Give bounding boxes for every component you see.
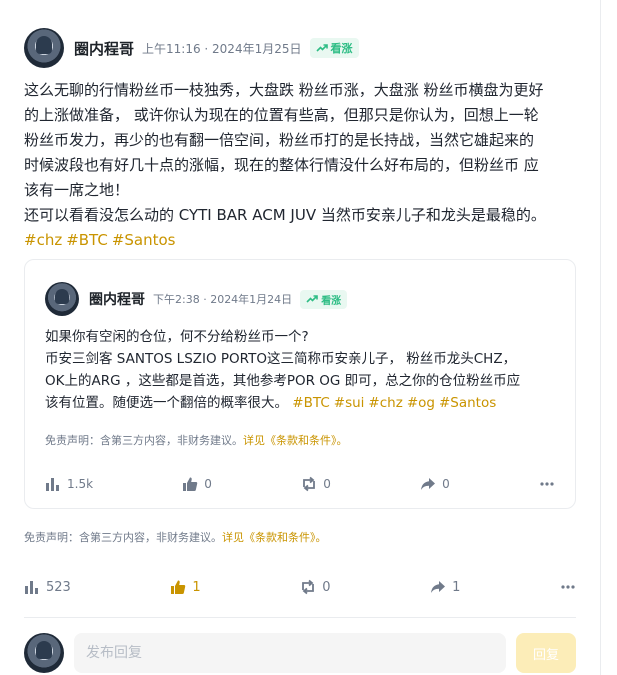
disclaimer: 免责声明：含第三方内容，非财务建议。详见《条款和条件》。 [45,432,555,448]
more-icon [561,585,575,589]
divider [24,617,576,618]
share-button[interactable]: 1 [430,579,460,595]
repost-button[interactable]: 0 [301,476,331,492]
more-button[interactable] [539,476,555,492]
hashtag-link[interactable]: #sui [334,395,365,411]
author-name[interactable]: 圈内程哥 [89,289,145,309]
views-value: 1.5k [67,477,94,491]
quoted-post[interactable]: 圈内程哥 下午2:38 · 2024年1月24日 看涨 如果你有空闲的仓位，何不… [24,259,576,509]
sentiment-label: 看涨 [330,42,353,55]
repost-icon [302,579,315,595]
views-count: 523 [24,579,71,595]
avatar [24,633,64,673]
hashtag-link[interactable]: #og [407,395,435,411]
author-name[interactable]: 圈内程哥 [74,38,134,59]
post-text-line: 还可以看看没怎么动的 CYTI BAR ACM JUV 当然币安亲儿子和龙头是最… [24,206,546,224]
avatar[interactable] [24,28,64,68]
like-button[interactable]: 0 [182,476,212,492]
post-timestamp: 下午2:38 · 2024年1月24日 [153,293,293,306]
more-button[interactable] [560,579,576,595]
repost-button[interactable]: 0 [300,579,331,595]
sidebar-divider [600,0,601,675]
reply-button[interactable]: 回复 [516,633,576,673]
views-icon [46,478,59,491]
like-button[interactable]: 1 [170,579,201,595]
post-timestamp: 上午11:16 · 2024年1月25日 [142,41,302,56]
likes-value: 0 [204,477,212,491]
post-action-bar: 523 1 0 1 [24,575,576,599]
thumbs-up-icon [183,477,198,491]
hashtag-link[interactable]: #chz [24,231,62,249]
post-body: 这么无聊的行情粉丝币一枝独秀，大盘跌 粉丝币涨，大盘涨 粉丝币横盘为更好 的上涨… [24,78,576,253]
repost-icon [303,476,316,492]
views-icon [25,581,38,594]
post-text-line: 如果你有空闲的仓位，何不分给粉丝币一个? [45,329,309,345]
sentiment-badge: 看涨 [300,289,348,309]
trend-up-icon [315,44,328,52]
views-count: 1.5k [45,476,93,492]
likes-value: 1 [192,579,201,595]
post-text-line: 该有一席之地！ [24,181,130,199]
shares-value: 1 [452,579,461,595]
post-text-line: 币安三剑客 SANTOS LSZIO PORTO这三简称币安亲儿子， 粉丝币龙头… [45,351,517,367]
post-text-line: 时候波段也有好几十点的涨幅，现在的整体行情没什么好布局的，但粉丝币 应 [24,156,539,174]
post-text-line: 粉丝币发力，再少的也有翻一倍空间，粉丝币打的是长持战，当然它雄起来的 [24,131,535,149]
quoted-post-body: 如果你有空闲的仓位，何不分给粉丝币一个? 币安三剑客 SANTOS LSZIO … [45,326,555,414]
post-text-line: 这么无聊的行情粉丝币一枝独秀，大盘跌 粉丝币涨，大盘涨 粉丝币横盘为更好 [24,81,544,99]
post-text-line: 的上涨做准备， 或许你认为现在的位置有些高，但那只是你认为，回想上一轮 [24,106,539,124]
share-button[interactable]: 0 [420,476,450,492]
avatar[interactable] [45,282,79,316]
reposts-value: 0 [323,477,331,491]
disclaimer-text: 免责声明：含第三方内容，非财务建议。 [45,434,243,447]
sentiment-label: 看涨 [321,295,342,307]
reposts-value: 0 [322,579,331,595]
hashtag-link[interactable]: #chz [368,395,402,411]
reply-composer: 回复 [24,633,576,673]
reply-input[interactable] [74,633,506,673]
post-text-line: OK上的ARG ，这些都是首选，其他参考POR OG 即可，总之你的仓位粉丝币应 [45,373,521,389]
post-text-line: 该有位置。随便选一个翻倍的概率很大。 #BTC #sui #chz #og #Santo… [45,392,555,414]
share-icon [421,478,436,490]
share-icon [431,581,446,593]
quoted-post-header: 圈内程哥 下午2:38 · 2024年1月24日 看涨 [45,282,555,316]
post-header: 圈内程哥 上午11:16 · 2024年1月25日 看涨 [24,28,576,68]
shares-value: 0 [442,477,450,491]
post-text-fragment: 该有位置。随便选一个翻倍的概率很大。 [45,395,288,411]
terms-link[interactable]: 详见《条款和条件》。 [222,531,327,544]
trend-up-icon [306,295,318,303]
quoted-action-bar: 1.5k 0 0 0 [45,472,555,496]
disclaimer: 免责声明：含第三方内容，非财务建议。详见《条款和条件》。 [24,529,576,545]
hashtag-link[interactable]: #BTC [292,395,329,411]
terms-link[interactable]: 详见《条款和条件》。 [243,434,348,447]
hashtag-link[interactable]: #Santos [112,231,176,249]
post-card: 圈内程哥 上午11:16 · 2024年1月25日 看涨 这么无聊的行情粉丝币一… [24,28,576,673]
disclaimer-text: 免责声明：含第三方内容，非财务建议。 [24,531,222,544]
post-tags: #chz #BTC #Santos [24,228,576,253]
sentiment-badge: 看涨 [309,38,359,58]
hashtag-link[interactable]: #Santos [439,395,496,411]
hashtag-link[interactable]: #BTC [66,231,108,249]
more-icon [540,482,554,486]
thumbs-up-icon [171,580,186,594]
post-tags: #BTC #sui #chz #og #Santos [292,395,500,411]
views-value: 523 [46,579,71,595]
